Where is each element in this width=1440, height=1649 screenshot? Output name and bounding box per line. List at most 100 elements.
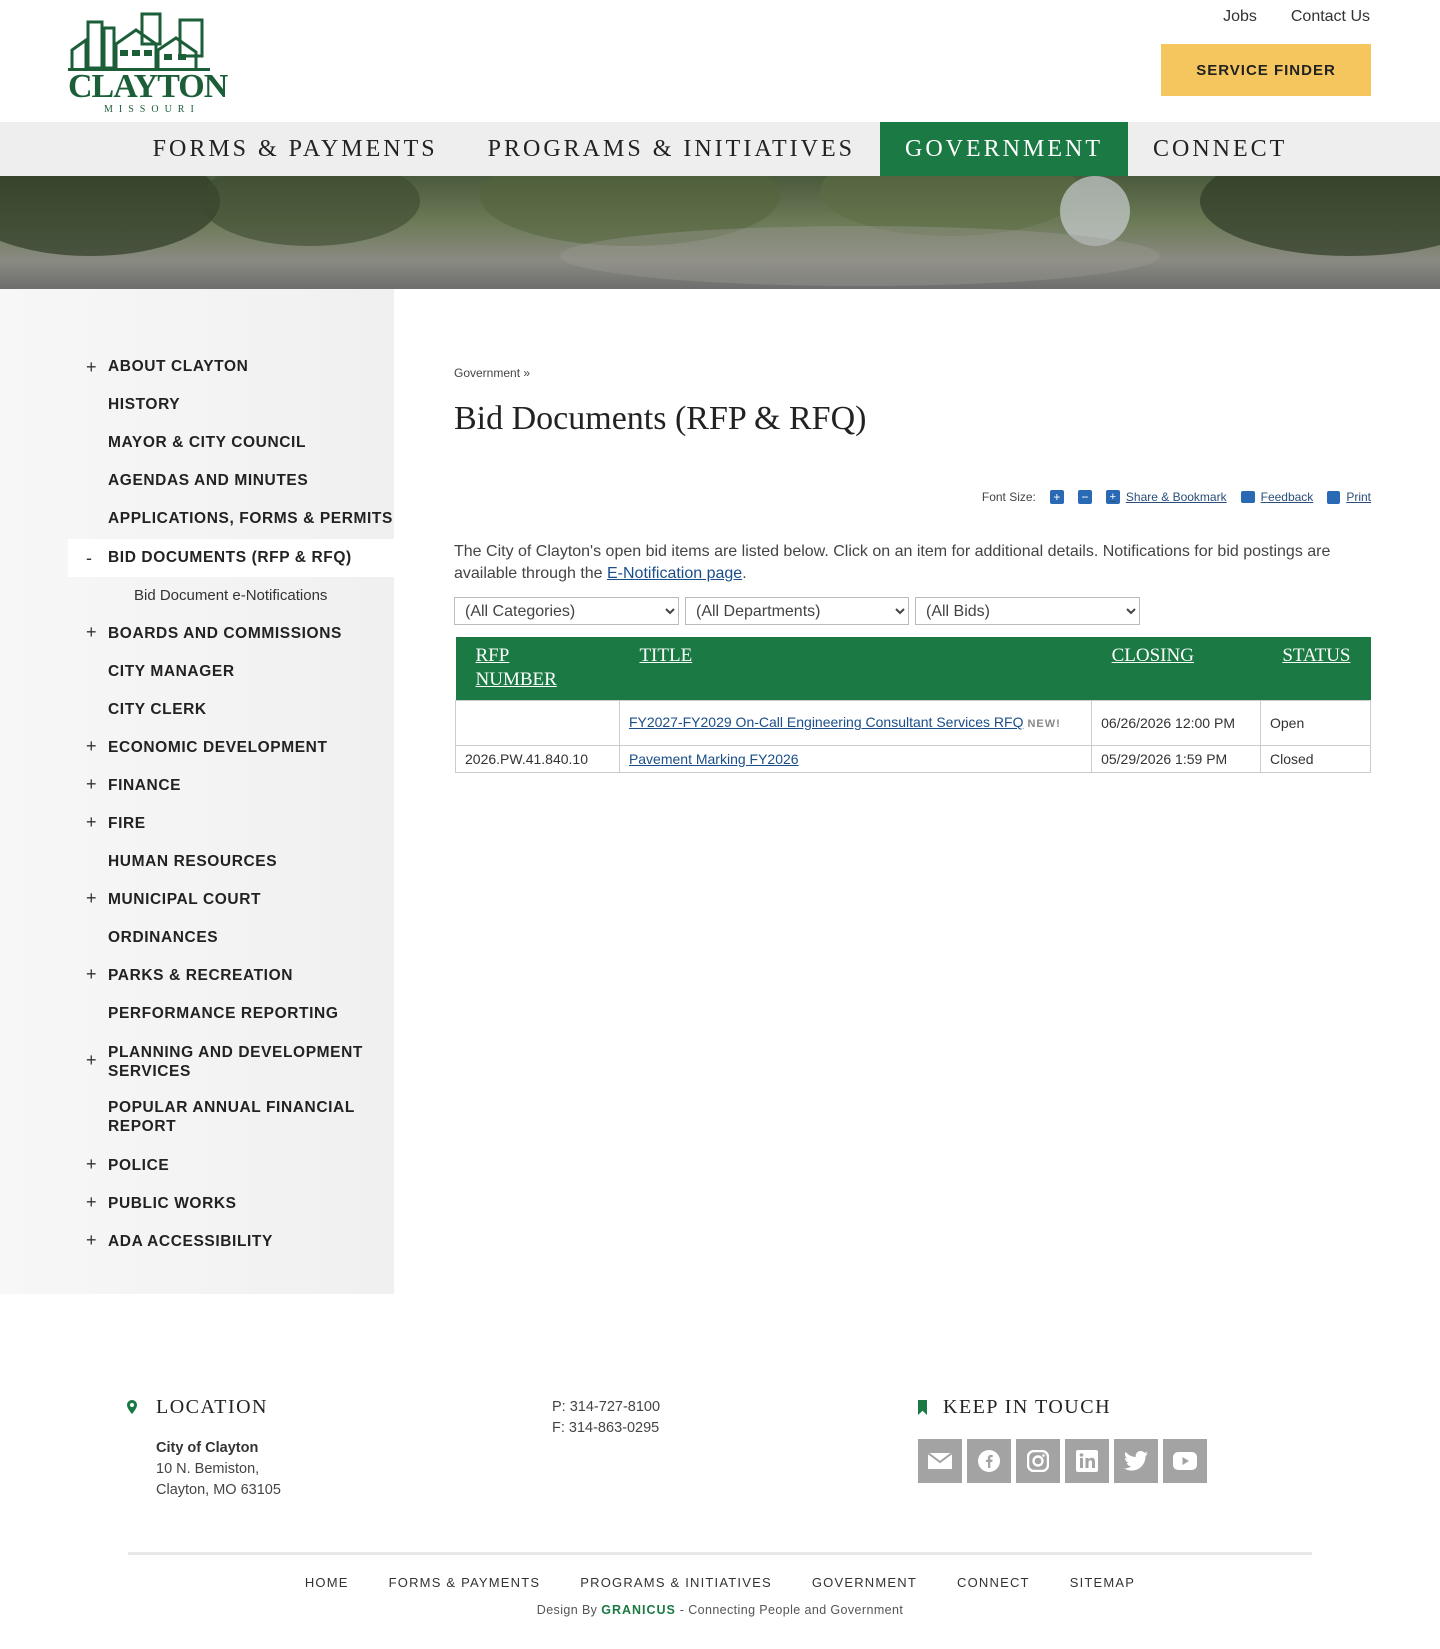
sidebar-item-label: ECONOMIC DEVELOPMENT: [108, 739, 328, 756]
table-header-row: RFP NUMBER TITLE CLOSING STATUS: [455, 637, 1371, 701]
font-increase-icon[interactable]: +: [1049, 490, 1064, 504]
intro-paragraph: The City of Clayton's open bid items are…: [454, 541, 1374, 585]
sidebar-item-police[interactable]: + POLICE: [68, 1147, 394, 1185]
expand-icon[interactable]: +: [86, 1147, 97, 1181]
bid-title-link[interactable]: Pavement Marking FY2026: [629, 751, 799, 767]
sidebar-item-city-manager[interactable]: CITY MANAGER: [68, 653, 394, 691]
sidebar-item-popular-annual-report[interactable]: POPULAR ANNUAL FINANCIAL REPORT: [68, 1090, 394, 1147]
closing-column-header[interactable]: CLOSING: [1091, 637, 1261, 701]
sidebar-item-label: ADA ACCESSIBILITY: [108, 1233, 273, 1250]
expand-icon[interactable]: +: [86, 729, 97, 763]
expand-icon[interactable]: +: [86, 767, 97, 801]
credit-prefix: Design By: [536, 1603, 602, 1617]
collapse-icon[interactable]: -: [86, 539, 93, 577]
sidebar-nav: + ABOUT CLAYTON HISTORY MAYOR & CITY COU…: [68, 358, 394, 1261]
expand-icon[interactable]: +: [86, 957, 97, 991]
sidebar-item-economic-development[interactable]: + ECONOMIC DEVELOPMENT: [68, 729, 394, 767]
contact-us-link[interactable]: Contact Us: [1291, 8, 1370, 26]
footer-link-connect[interactable]: CONNECT: [957, 1575, 1030, 1590]
status-header-label[interactable]: STATUS: [1282, 645, 1350, 666]
nav-connect[interactable]: CONNECT: [1128, 122, 1312, 176]
new-badge: NEW!: [1027, 718, 1061, 730]
nav-programs-initiatives[interactable]: PROGRAMS & INITIATIVES: [463, 122, 880, 176]
sidebar-item-public-works[interactable]: + PUBLIC WORKS: [68, 1185, 394, 1223]
breadcrumb[interactable]: Government »: [454, 366, 530, 380]
status-cell: Closed: [1259, 745, 1372, 773]
sidebar-item-finance[interactable]: + FINANCE: [68, 767, 394, 805]
bid-title-link[interactable]: FY2027-FY2029 On-Call Engineering Consul…: [629, 714, 1024, 730]
fax-number: F: 314-863-0295: [552, 1420, 660, 1436]
title-column-header[interactable]: TITLE: [619, 637, 1092, 701]
sidebar-item-performance-reporting[interactable]: PERFORMANCE REPORTING: [68, 995, 394, 1033]
sidebar-item-boards-commissions[interactable]: + BOARDS AND COMMISSIONS: [68, 615, 394, 653]
table-row: 2026.PW.41.840.10 Pavement Marking FY202…: [455, 745, 1372, 773]
nav-government[interactable]: GOVERNMENT: [880, 122, 1128, 176]
rfp-number-cell: [455, 700, 620, 746]
expand-icon[interactable]: +: [86, 881, 97, 915]
footer-link-sitemap[interactable]: SITEMAP: [1070, 1575, 1135, 1590]
rfp-header-line2[interactable]: NUMBER: [476, 669, 557, 690]
font-decrease-icon[interactable]: −: [1077, 490, 1092, 504]
expand-icon[interactable]: +: [86, 1185, 97, 1219]
department-filter-select[interactable]: (All Departments): [685, 597, 909, 625]
sidebar-item-city-clerk[interactable]: CITY CLERK: [68, 691, 394, 729]
sidebar-item-parks-recreation[interactable]: + PARKS & RECREATION: [68, 957, 394, 995]
rfp-header-line1[interactable]: RFP: [476, 645, 510, 666]
expand-icon[interactable]: +: [86, 1223, 97, 1257]
address-line-2: Clayton, MO 63105: [156, 1482, 281, 1498]
sidebar-item-fire[interactable]: + FIRE: [68, 805, 394, 843]
sidebar-item-ordinances[interactable]: ORDINANCES: [68, 919, 394, 957]
rfp-number-column-header[interactable]: RFP NUMBER: [455, 637, 620, 701]
sidebar-item-mayor-council[interactable]: MAYOR & CITY COUNCIL: [68, 435, 394, 473]
print-link[interactable]: Print: [1327, 490, 1371, 504]
expand-icon[interactable]: +: [86, 358, 97, 376]
linkedin-icon[interactable]: [1065, 1439, 1109, 1483]
granicus-link[interactable]: GRANICUS: [601, 1603, 676, 1617]
sidebar-item-label: FINANCE: [108, 777, 182, 794]
sidebar-item-label: CITY CLERK: [108, 701, 207, 718]
twitter-icon[interactable]: [1114, 1439, 1158, 1483]
footer-link-home[interactable]: HOME: [305, 1575, 349, 1590]
jobs-link[interactable]: Jobs: [1223, 8, 1257, 26]
category-filter-select[interactable]: (All Categories): [454, 597, 679, 625]
sidebar-item-human-resources[interactable]: HUMAN RESOURCES: [68, 843, 394, 881]
sidebar-item-bid-documents[interactable]: - BID DOCUMENTS (RFP & RFQ): [68, 539, 394, 577]
service-finder-button[interactable]: SERVICE FINDER: [1161, 44, 1371, 96]
closing-cell: 06/26/2026 12:00 PM: [1091, 700, 1261, 746]
sidebar-item-about-clayton[interactable]: + ABOUT CLAYTON: [68, 358, 394, 397]
sidebar-item-agendas-minutes[interactable]: AGENDAS AND MINUTES: [68, 473, 394, 511]
sidebar-item-label: PERFORMANCE REPORTING: [108, 1005, 339, 1022]
feedback-link[interactable]: Feedback: [1240, 490, 1313, 504]
sidebar-item-label: CITY MANAGER: [108, 663, 235, 680]
clayton-logo[interactable]: CLAYTON MISSOURI: [68, 10, 228, 115]
instagram-icon[interactable]: [1016, 1439, 1060, 1483]
footer-link-forms-payments[interactable]: FORMS & PAYMENTS: [389, 1575, 541, 1590]
design-credit: Design By GRANICUS - Connecting People a…: [0, 1603, 1440, 1617]
bid-status-filter-select[interactable]: (All Bids): [915, 597, 1140, 625]
email-icon[interactable]: [918, 1439, 962, 1483]
expand-icon[interactable]: +: [86, 615, 97, 649]
expand-icon[interactable]: +: [86, 1051, 97, 1069]
bids-table: RFP NUMBER TITLE CLOSING STATUS FY2027-F…: [455, 637, 1372, 773]
footer-link-programs-initiatives[interactable]: PROGRAMS & INITIATIVES: [580, 1575, 772, 1590]
youtube-icon[interactable]: [1163, 1439, 1207, 1483]
sidebar-item-history[interactable]: HISTORY: [68, 397, 394, 435]
nav-forms-payments[interactable]: FORMS & PAYMENTS: [128, 122, 463, 176]
sidebar-item-label: HUMAN RESOURCES: [108, 853, 278, 870]
location-heading: LOCATION: [156, 1396, 268, 1418]
sidebar-item-municipal-court[interactable]: + MUNICIPAL COURT: [68, 881, 394, 919]
sidebar-item-planning-development[interactable]: + PLANNING AND DEVELOPMENT SERVICES: [68, 1033, 394, 1090]
expand-icon[interactable]: +: [86, 805, 97, 839]
title-header-label[interactable]: TITLE: [639, 645, 692, 666]
facebook-icon[interactable]: [967, 1439, 1011, 1483]
closing-header-label[interactable]: CLOSING: [1112, 645, 1194, 666]
sidebar-item-label: BOARDS AND COMMISSIONS: [108, 625, 342, 642]
phone-number[interactable]: P: 314-727-8100: [552, 1397, 660, 1418]
status-column-header[interactable]: STATUS: [1260, 637, 1371, 701]
sidebar-item-ada-accessibility[interactable]: + ADA ACCESSIBILITY: [68, 1223, 394, 1261]
footer-link-government[interactable]: GOVERNMENT: [812, 1575, 917, 1590]
share-bookmark-link[interactable]: + Share & Bookmark: [1105, 490, 1227, 504]
e-notification-link[interactable]: E-Notification page: [607, 565, 742, 582]
address-line-1: 10 N. Bemiston,: [156, 1461, 260, 1477]
sidebar-subitem-bid-notifications[interactable]: Bid Document e-Notifications: [68, 577, 394, 615]
